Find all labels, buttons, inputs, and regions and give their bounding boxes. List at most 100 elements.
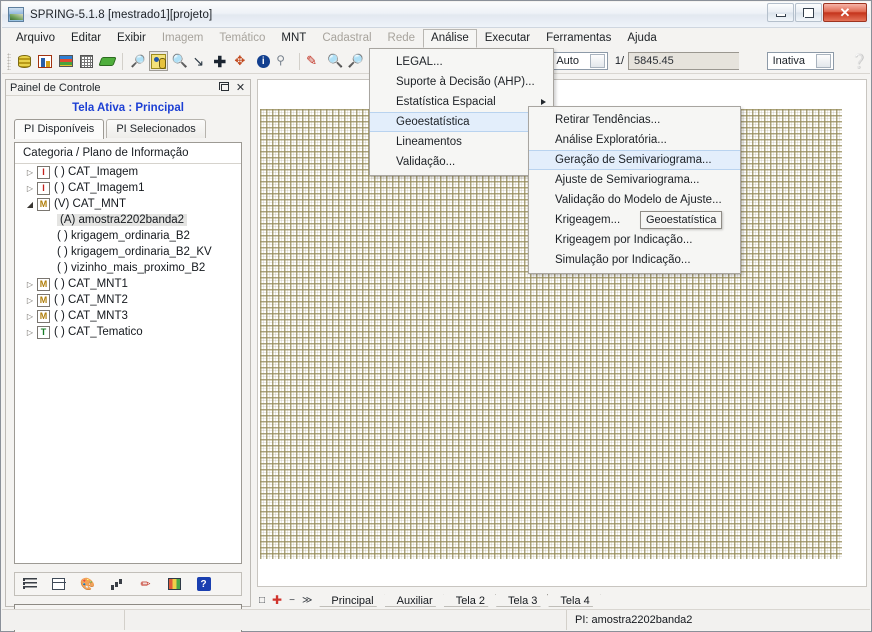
tree-item-cat-mnt1[interactable]: ▷ M ( ) CAT_MNT1 [15, 276, 241, 292]
submenu-item-ajuste-semivariograma[interactable]: Ajuste de Semivariograma... [529, 170, 740, 190]
menu-item-label: Validação... [396, 156, 456, 168]
statusbar-pi-cell: PI: amostra2202banda2 [567, 610, 870, 630]
menu-analise[interactable]: Análise [423, 29, 477, 48]
edicao-vetorial-icon[interactable] [149, 51, 169, 71]
sheet-tab-auxiliar[interactable]: Auxiliar [385, 594, 444, 607]
tree-item-cat-tematico[interactable]: ▷ T ( ) CAT_Tematico [15, 324, 241, 340]
lista-icon[interactable] [21, 576, 38, 593]
menu-item-estatistica-espacial[interactable]: Estatística Espacial [370, 92, 553, 112]
scale-value-field[interactable]: 5845.45 [628, 52, 739, 70]
statusbar: PI: amostra2202banda2 [2, 609, 870, 630]
menu-ferramentas[interactable]: Ferramentas [538, 29, 619, 48]
first-sheet-icon[interactable]: □ [259, 595, 265, 606]
editar-pi-icon[interactable]: 🎨 [79, 576, 96, 593]
submenu-item-krigeagem-indicacao[interactable]: Krigeagem por Indicação... [529, 230, 740, 250]
chevron-right-icon[interactable]: ▷ [25, 328, 35, 337]
menu-item-geoestatistica[interactable]: Geoestatística [370, 112, 553, 132]
submenu-arrow-icon [540, 99, 546, 105]
close-button[interactable]: ✕ [823, 3, 867, 22]
menu-tematico: Temático [219, 32, 266, 44]
submenu-item-retirar-tendencias[interactable]: Retirar Tendências... [529, 110, 740, 130]
adicionar-icon[interactable]: ✚ [212, 51, 231, 71]
banco-dados-icon[interactable] [15, 51, 34, 71]
restaurar-painel-icon[interactable] [218, 81, 231, 94]
chevron-right-icon[interactable]: ▷ [25, 280, 35, 289]
active-screen-label: Tela Ativa : Principal [72, 102, 184, 114]
tree-item-label: ( ) CAT_Tematico [54, 326, 143, 338]
mode-select[interactable]: Auto [550, 52, 608, 70]
menu-arquivo[interactable]: Arquivo [8, 29, 63, 48]
status-select[interactable]: Inativa [766, 52, 834, 70]
sheet-tab-tela-2[interactable]: Tela 2 [444, 594, 496, 607]
tree-item-cat-mnt[interactable]: ◢ M (V) CAT_MNT [15, 196, 241, 212]
menu-item-validacao[interactable]: Validação... [370, 152, 553, 172]
chevron-down-icon[interactable]: ◢ [25, 200, 35, 209]
menu-item-lineamentos[interactable]: Lineamentos [370, 132, 553, 152]
submenu-item-simulacao-indicacao[interactable]: Simulação por Indicação... [529, 250, 740, 270]
tree-leaf-label: ( ) krigagem_ordinaria_B2_KV [57, 246, 212, 258]
tree-item-cat-imagem[interactable]: ▷ I ( ) CAT_Imagem [15, 164, 241, 180]
last-sheet-icon[interactable]: ≫ [302, 595, 312, 606]
menu-ajuda[interactable]: Ajuda [619, 29, 664, 48]
tree-item-cat-mnt3[interactable]: ▷ M ( ) CAT_MNT3 [15, 308, 241, 324]
grade-icon[interactable] [77, 51, 96, 71]
grafico-icon[interactable] [108, 576, 125, 593]
restore-button[interactable] [795, 3, 822, 22]
menu-item-label: Análise Exploratória... [555, 134, 667, 146]
chevron-right-icon[interactable]: ▷ [25, 296, 35, 305]
paleta-pi-icon[interactable] [166, 576, 183, 593]
caneta-pi-icon[interactable]: ✏ [137, 576, 154, 593]
remove-sheet-icon[interactable]: − [289, 595, 295, 606]
submenu-item-validacao-modelo-ajuste[interactable]: Validação do Modelo de Ajuste... [529, 190, 740, 210]
menu-executar[interactable]: Executar [477, 29, 538, 48]
pi-tree[interactable]: Categoria / Plano de Informação ▷ I ( ) … [14, 142, 242, 564]
menu-mnt[interactable]: MNT [273, 29, 314, 48]
control-panel: Painel de Controle ✕ Tela Ativa : Princi… [5, 79, 251, 632]
tree-leaf-krigagem-ordinaria-b2[interactable]: ( ) krigagem_ordinaria_B2 [15, 228, 241, 244]
submenu-item-analise-exploratoria[interactable]: Análise Exploratória... [529, 130, 740, 150]
toolbar-grip[interactable] [7, 52, 11, 70]
zoom-out-icon[interactable]: 🔎 [346, 51, 365, 71]
mnt-category-icon: M [37, 309, 50, 323]
camadas-icon[interactable] [56, 51, 75, 71]
menu-item-legal[interactable]: LEGAL... [370, 52, 553, 72]
geoestatistica-submenu[interactable]: Retirar Tendências... Análise Exploratór… [528, 106, 741, 274]
menu-imagem: Imagem [161, 32, 204, 44]
add-sheet-icon[interactable]: ✚ [272, 593, 282, 607]
tree-leaf-vizinho-mais-proximo-b2[interactable]: ( ) vizinho_mais_proximo_B2 [15, 260, 241, 276]
chevron-down-icon[interactable] [589, 54, 605, 68]
tab-pi-disponiveis[interactable]: PI Disponíveis [14, 119, 105, 139]
zoom-in-icon[interactable]: 🔍 [326, 51, 345, 71]
ajuda-icon[interactable]: ❔ [850, 51, 869, 71]
control-panel-title: Painel de Controle [10, 81, 101, 94]
sheet-tab-tela-3[interactable]: Tela 3 [496, 594, 548, 607]
cursor-seta-icon[interactable]: ↘ [191, 51, 210, 71]
informacao-icon[interactable]: i [254, 51, 273, 71]
tabela-icon[interactable] [50, 576, 67, 593]
tab-pi-selecionados[interactable]: PI Selecionados [106, 119, 206, 138]
tree-leaf-krigagem-ordinaria-b2-kv[interactable]: ( ) krigagem_ordinaria_B2_KV [15, 244, 241, 260]
poligono-icon[interactable] [98, 51, 117, 71]
tree-leaf-amostra2202banda2[interactable]: (A) amostra2202banda2 [15, 212, 241, 228]
tree-item-cat-mnt2[interactable]: ▷ M ( ) CAT_MNT2 [15, 292, 241, 308]
analise-dropdown-menu[interactable]: LEGAL... Suporte à Decisão (AHP)... Esta… [369, 48, 554, 176]
menu-exibir[interactable]: Exibir [109, 29, 154, 48]
chevron-right-icon[interactable]: ▷ [25, 312, 35, 321]
submenu-item-geracao-semivariograma[interactable]: Geração de Semivariograma... [529, 150, 740, 170]
tree-item-cat-imagem1[interactable]: ▷ I ( ) CAT_Imagem1 [15, 180, 241, 196]
chevron-right-icon[interactable]: ▷ [25, 184, 35, 193]
menu-item-suporte-decisao[interactable]: Suporte à Decisão (AHP)... [370, 72, 553, 92]
sheet-tab-tela-4[interactable]: Tela 4 [548, 594, 600, 607]
toolbar-separator [122, 52, 124, 70]
menu-editar[interactable]: Editar [63, 29, 109, 48]
scale-prefix: 1/ [614, 55, 625, 67]
chevron-right-icon[interactable]: ▷ [25, 168, 35, 177]
projeto-icon[interactable] [36, 51, 55, 71]
caneta-icon[interactable]: ✎ [305, 51, 324, 71]
fechar-painel-icon[interactable]: ✕ [234, 81, 247, 94]
sheet-tab-principal[interactable]: Principal [319, 594, 384, 607]
ajuda-pi-icon[interactable]: ? [195, 576, 212, 593]
mover-icon[interactable]: ✥ [233, 51, 252, 71]
minimize-button[interactable] [767, 3, 794, 22]
chevron-down-icon-2[interactable] [815, 54, 831, 68]
